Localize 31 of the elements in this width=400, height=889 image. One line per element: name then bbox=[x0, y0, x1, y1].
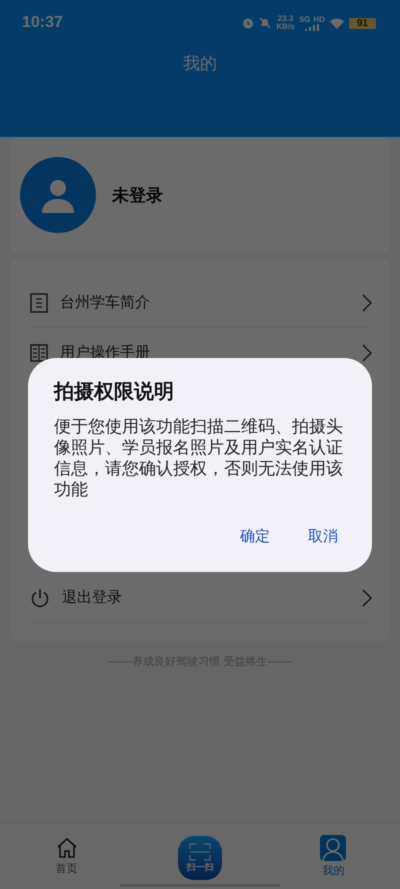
dialog-button[interactable]: 取消 bbox=[308, 527, 338, 546]
scan-frame-icon bbox=[188, 842, 211, 860]
scan-tab[interactable]: 扫一扫 bbox=[133, 823, 267, 889]
book-icon bbox=[30, 344, 48, 362]
user-icon bbox=[320, 834, 346, 860]
power-icon bbox=[30, 588, 50, 608]
dialog-title: 拍摄权限说明 bbox=[54, 378, 175, 405]
dialog-button[interactable]: 确定 bbox=[240, 527, 270, 546]
profile-card[interactable]: 未登录 bbox=[10, 137, 390, 253]
status-time: 10:37 bbox=[22, 14, 63, 32]
chevron-right-icon bbox=[362, 294, 372, 312]
dialog-message: 便于您使用该功能扫描二维码、拍摄头像照片、学员报名照片及用户实名认证信息，请您确认授权，否则无法使用该功能 bbox=[54, 417, 344, 501]
menu-item[interactable]: 台州学车简介 bbox=[30, 278, 372, 328]
network-type: 5G bbox=[300, 16, 310, 24]
network-speed: 23.3 bbox=[278, 15, 294, 23]
home-icon bbox=[56, 836, 78, 858]
menu-item[interactable]: 退出登录 bbox=[30, 573, 372, 623]
user-name: 未登录 bbox=[112, 184, 163, 206]
signal-icon bbox=[305, 24, 320, 30]
muted-bell-icon bbox=[259, 17, 272, 29]
alarm-icon bbox=[242, 17, 254, 29]
nav-tab[interactable]: 首页 bbox=[0, 823, 134, 889]
nav-tab[interactable]: 我的 bbox=[266, 823, 400, 889]
speed-unit: KB/s bbox=[276, 23, 295, 31]
chevron-right-icon bbox=[362, 588, 372, 606]
network-label: HD bbox=[313, 16, 325, 24]
battery-level: 91 bbox=[348, 18, 376, 28]
chevron-right-icon bbox=[362, 344, 372, 362]
document-icon bbox=[30, 292, 48, 312]
page-title: 我的 bbox=[182, 53, 218, 75]
wifi-icon bbox=[330, 18, 344, 28]
